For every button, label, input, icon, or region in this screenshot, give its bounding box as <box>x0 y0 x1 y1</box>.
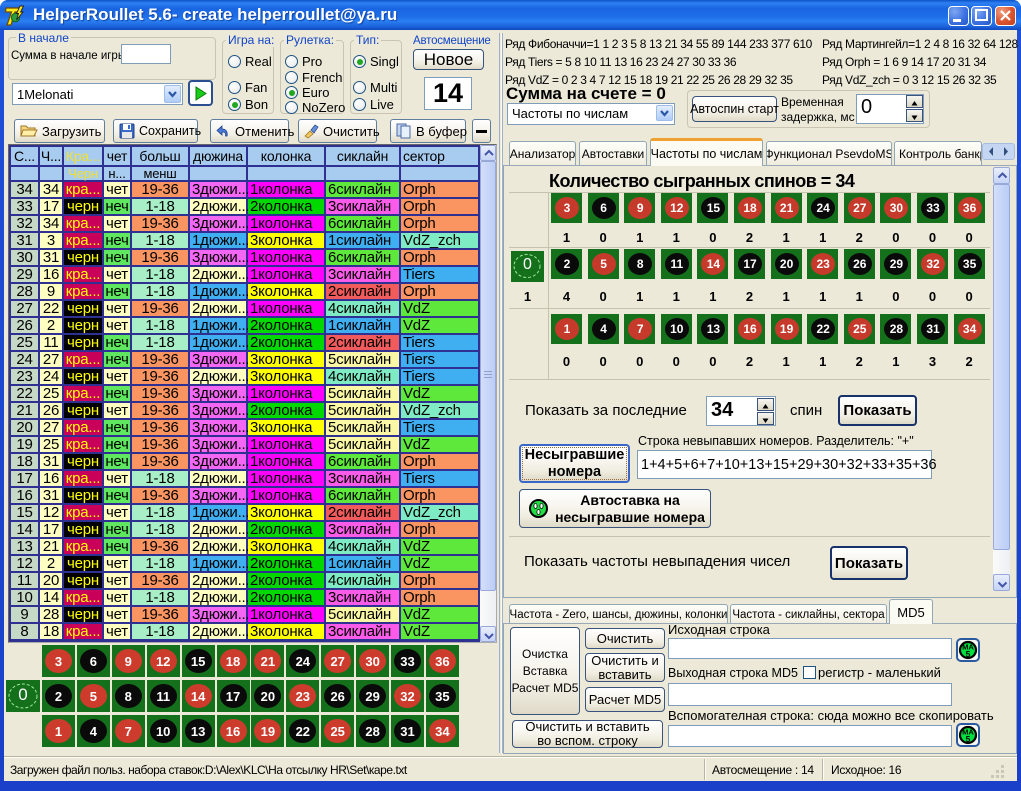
svg-text:5: 5 <box>966 649 971 659</box>
svg-text:5: 5 <box>966 734 971 744</box>
